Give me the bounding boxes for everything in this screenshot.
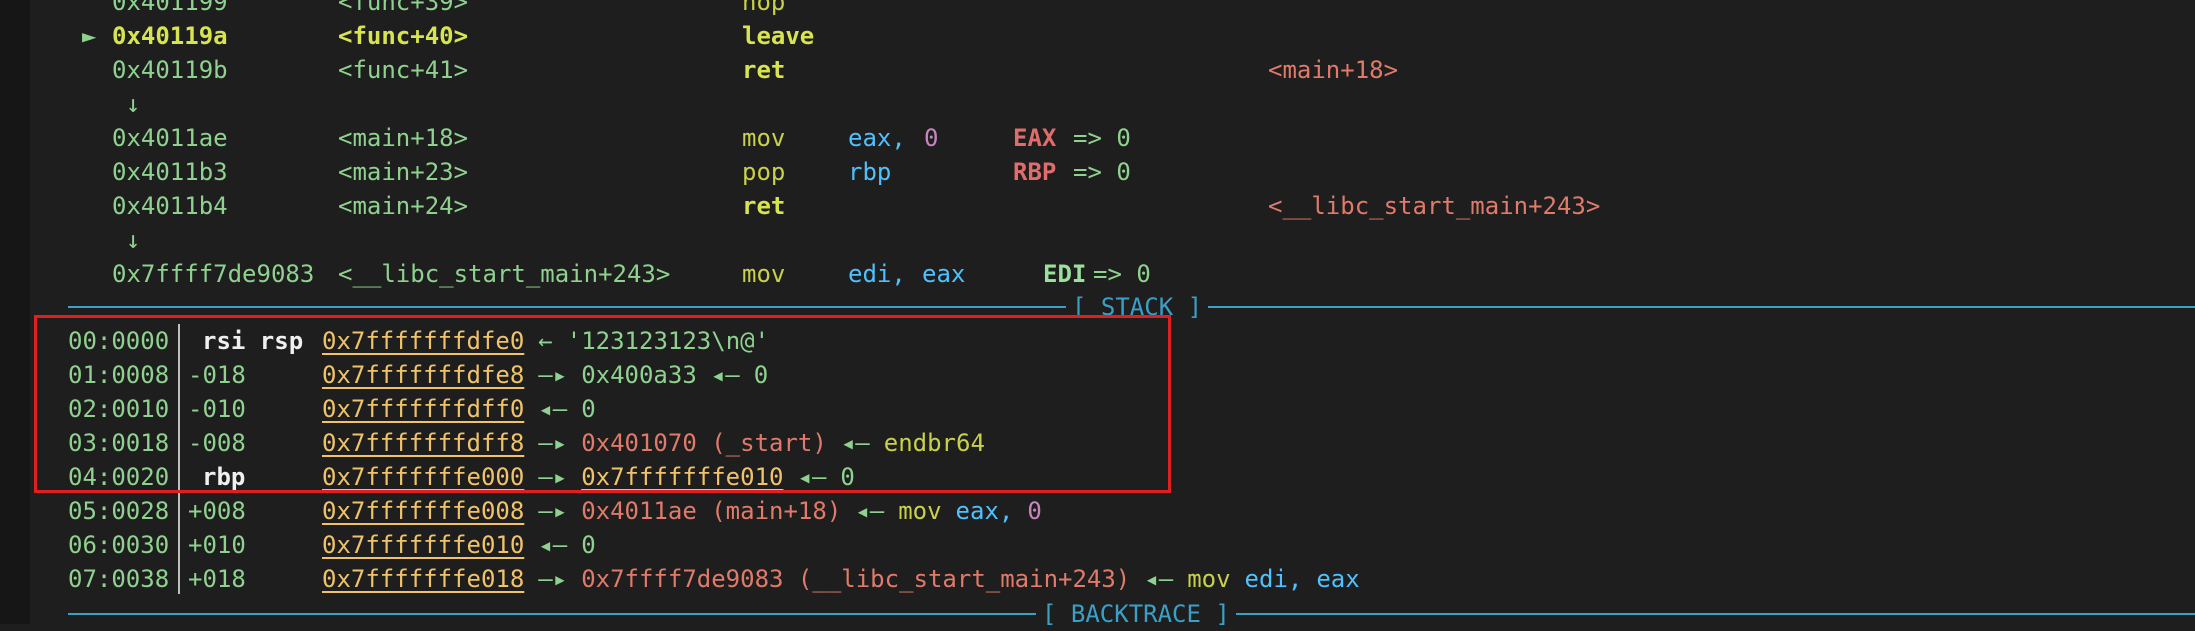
stack-value: 0 [1027, 497, 1042, 525]
disasm-row: 0x4011b3 <main+23> pop rbp RBP => 0 [0, 155, 2195, 189]
instruction-mnemonic: mov [742, 124, 786, 152]
instruction-operand: edi, [848, 260, 906, 288]
register-value: => 0 [1073, 124, 1131, 152]
instruction-operand: 0 [924, 124, 939, 152]
instruction-mnemonic: ret [742, 56, 786, 84]
stack-address: 0x7fffffffe010 [322, 531, 525, 559]
instruction-symbol: <main+23> [338, 158, 469, 186]
return-target: <__libc_start_main+243> [1268, 192, 1601, 220]
pointer-arrow-icon: ◂— [538, 531, 568, 559]
instruction-symbol: <func+41> [338, 56, 469, 84]
stack-value: eax [1316, 565, 1360, 593]
highlight-box [34, 315, 1171, 493]
flow-arrow-icon: ↓ [126, 90, 141, 118]
stack-address: 0x7fffffffe018 [322, 565, 525, 593]
pointer-arrow-icon: —▸ [538, 497, 568, 525]
return-target: <main+18> [1268, 56, 1399, 84]
current-instruction-marker-icon: ► [82, 22, 97, 50]
stack-value: mov [1187, 565, 1231, 593]
stack-value: 0 [581, 531, 596, 559]
register-value: => 0 [1093, 260, 1151, 288]
instruction-address: 0x40119a [112, 22, 228, 50]
instruction-symbol: <__libc_start_main+243> [338, 260, 671, 288]
stack-row: 07:0038 +018 0x7fffffffe018 —▸ 0x7ffff7de908… [0, 562, 2195, 596]
instruction-address: 0x4011b4 [112, 192, 228, 220]
instruction-mnemonic: ret [742, 192, 786, 220]
disasm-row: ↓ [0, 223, 2195, 257]
instruction-address: 0x7ffff7de9083 [112, 260, 315, 288]
instruction-symbol: <main+18> [338, 124, 469, 152]
stack-offset: +008 [188, 497, 246, 525]
stack-offset: +010 [188, 531, 246, 559]
stack-value: eax, [955, 497, 1014, 525]
instruction-address: 0x401199 [112, 0, 228, 16]
disasm-row: ► 0x40119a <func+40> leave [0, 19, 2195, 53]
stack-index: 06:0030 [68, 531, 170, 559]
disasm-row: 0x4011ae <main+18> mov eax, 0 EAX => 0 [0, 121, 2195, 155]
register-annotation: EAX [1013, 124, 1057, 152]
stack-value: edi, [1244, 565, 1303, 593]
stack-value: 0x4011ae (main+18) [581, 497, 842, 525]
disasm-row: 0x4011b4 <main+24> ret <__libc_start_main+2… [0, 189, 2195, 223]
register-annotation: EDI [1043, 260, 1087, 288]
instruction-address: 0x4011b3 [112, 158, 228, 186]
instruction-address: 0x4011ae [112, 124, 228, 152]
pointer-arrow-icon: —▸ [538, 565, 568, 593]
stack-row: 05:0028 +008 0x7fffffffe008 —▸ 0x4011ae (mai… [0, 494, 2195, 528]
pointer-arrow-icon: ◂— [1144, 565, 1174, 593]
stack-value: 0x7ffff7de9083 (__libc_start_main+243) [581, 565, 1131, 593]
instruction-mnemonic: nop [742, 0, 786, 16]
pointer-arrow-icon: ◂— [855, 497, 885, 525]
instruction-symbol: <func+39> [338, 0, 469, 16]
instruction-symbol: <func+40> [338, 22, 469, 50]
instruction-mnemonic: mov [742, 260, 786, 288]
disasm-row: 0x401199 <func+39> nop [0, 0, 2195, 19]
stack-address: 0x7fffffffe008 [322, 497, 525, 525]
stack-index: 07:0038 [68, 565, 170, 593]
instruction-mnemonic: pop [742, 158, 786, 186]
disasm-row: 0x7ffff7de9083 <__libc_start_main+243> mov… [0, 257, 2195, 291]
register-value: => 0 [1073, 158, 1131, 186]
instruction-operand: eax, [848, 124, 906, 152]
stack-value: mov [898, 497, 942, 525]
instruction-operand: rbp [848, 158, 892, 186]
register-annotation: RBP [1013, 158, 1057, 186]
disasm-row: ↓ [0, 87, 2195, 121]
stack-row: 06:0030 +010 0x7fffffffe010 ◂— 0 [0, 528, 2195, 562]
instruction-address: 0x40119b [112, 56, 228, 84]
stack-index: 05:0028 [68, 497, 170, 525]
flow-arrow-icon: ↓ [126, 226, 141, 254]
instruction-symbol: <main+24> [338, 192, 469, 220]
stack-offset: +018 [188, 565, 246, 593]
disasm-row: 0x40119b <func+41> ret <main+18> [0, 53, 2195, 87]
instruction-operand: eax [922, 260, 966, 288]
instruction-mnemonic: leave [742, 22, 815, 50]
backtrace-header-label: [ BACKTRACE ] [1036, 597, 1236, 631]
